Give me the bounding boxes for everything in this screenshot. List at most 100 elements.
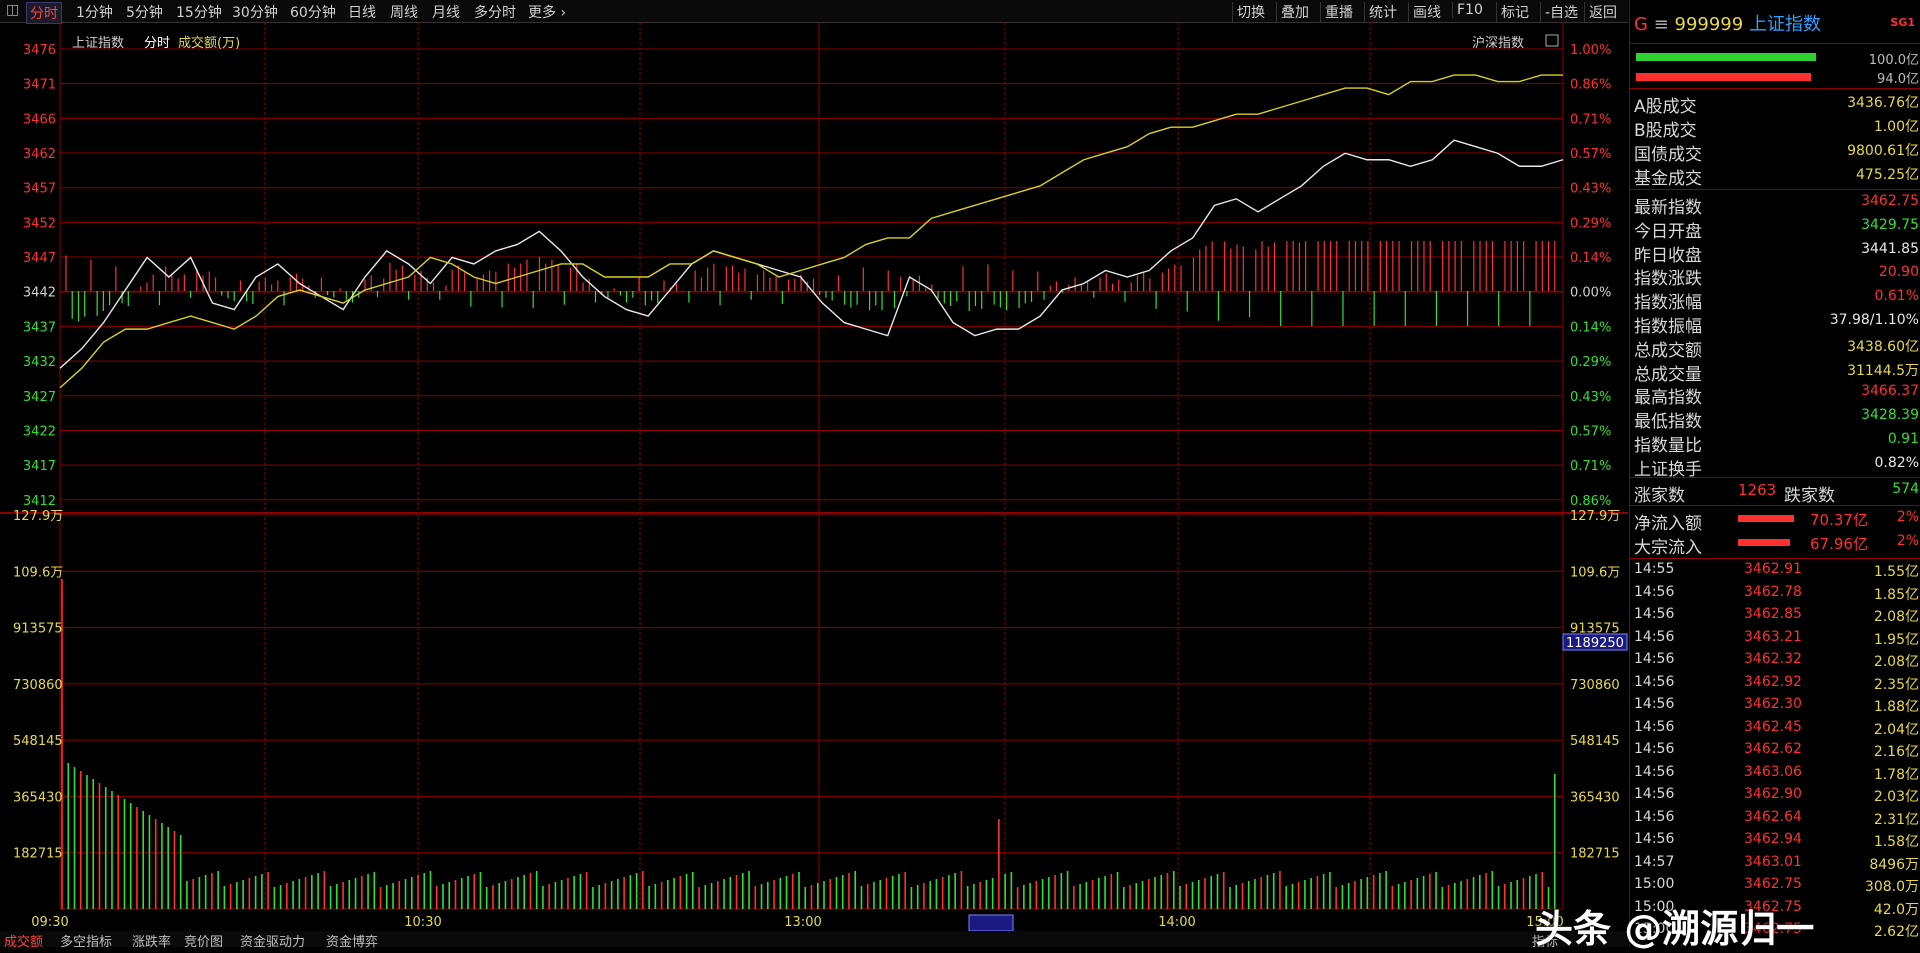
price-tick-label: 3427 [23, 390, 56, 405]
panel-badge: SG1 [1890, 16, 1915, 29]
stat-row: 指数振幅 37.98/1.10% [1634, 312, 1919, 337]
tick-row: 14:56 3462.90 2.03亿 [1634, 786, 1919, 808]
tab-up-down-rate[interactable]: 涨跌率 [132, 931, 171, 950]
block-flow-bar [1738, 539, 1790, 546]
f10-button[interactable]: F10 [1452, 2, 1487, 18]
tick-amount: 1.88亿 [1873, 699, 1919, 715]
stat-label: 最新指数 [1634, 198, 1702, 218]
stat-value: 3429.75 [1861, 216, 1919, 233]
collapse-icon[interactable] [1545, 34, 1559, 47]
tab-15min[interactable]: 15分钟 [176, 2, 222, 22]
chevron-right-icon: › [556, 5, 567, 21]
time-tick-label: 14:00 [1158, 915, 1195, 930]
stat-value: 3428.39 [1861, 407, 1919, 424]
tick-amount: 1.78亿 [1873, 766, 1919, 783]
tick-price: 3463.01 [1744, 853, 1802, 870]
stat-label: 指数涨幅 [1634, 293, 1702, 314]
tick-price: 3462.92 [1744, 673, 1802, 690]
tab-daily[interactable]: 日线 [348, 2, 376, 22]
price-tick-label: 3447 [23, 251, 56, 266]
tab-5min[interactable]: 5分钟 [126, 2, 163, 22]
draw-button[interactable]: 画线 [1408, 2, 1445, 22]
tab-60min[interactable]: 60分钟 [290, 2, 336, 22]
stat-value: 0.91 [1887, 431, 1919, 447]
stat-value: 3466.37 [1861, 383, 1919, 400]
up-count-label: 涨家数 [1634, 486, 1685, 506]
block-flow-label: 大宗流入 [1634, 538, 1702, 558]
turnover-label: 国债成交 [1634, 145, 1702, 165]
tab-auction[interactable]: 竞价图 [184, 931, 223, 950]
tick-amount: 1.95亿 [1873, 631, 1919, 648]
tick-amount: 1.55亿 [1873, 564, 1919, 580]
stat-row: 总成交额 3438.60亿 [1634, 336, 1919, 361]
tab-fund-game[interactable]: 资金博弈 [326, 931, 378, 950]
compare-index-label[interactable]: 沪深指数 [1472, 35, 1524, 51]
tab-turnover[interactable]: 成交额 [4, 931, 43, 950]
replay-button[interactable]: 重播 [1320, 2, 1357, 22]
pct-tick-label: 0.00% [1570, 286, 1611, 301]
tab-weekly[interactable]: 周线 [390, 2, 418, 22]
average-price-line [59, 74, 1563, 389]
price-tick-label: 3466 [23, 112, 56, 127]
overlay-button[interactable]: 叠加 [1276, 2, 1313, 22]
tick-row: 14:56 3463.06 1.78亿 [1634, 764, 1919, 786]
price-tick-label: 3462 [23, 147, 56, 162]
tick-row: 14:56 3462.45 2.04亿 [1634, 719, 1919, 741]
intraday-chart[interactable]: 3476 1.00% 3471 0.86% 3466 0.71% 3462 0.57% 3457… [0, 22, 1628, 931]
tick-price: 3462.78 [1744, 583, 1802, 600]
tick-time: 14:56 [1634, 651, 1675, 667]
tab-long-short[interactable]: 多空指标 [60, 931, 112, 950]
tick-amount: 42.0万 [1873, 901, 1919, 918]
quote-panel: G ≡ 999999 上证指数 SG1 100.0亿 94.0亿 A股成交 343… [1629, 0, 1920, 947]
tick-time: 14:56 [1634, 741, 1675, 757]
volume-tick-label: 730860 [13, 678, 63, 693]
breadth-bars [65, 241, 1556, 327]
tick-amount: 2.03亿 [1873, 789, 1919, 805]
turnover-row: 国债成交 9800.61亿 [1634, 140, 1919, 165]
tab-fund-drive[interactable]: 资金驱动力 [240, 931, 305, 950]
watchlist-button[interactable]: -自选 [1540, 2, 1582, 22]
tick-amount: 1.85亿 [1873, 586, 1919, 603]
price-tick-label: 3432 [23, 355, 56, 370]
tick-time: 14:57 [1634, 853, 1675, 870]
stat-label: 指数振幅 [1634, 317, 1702, 337]
switch-button[interactable]: 切换 [1232, 2, 1269, 22]
stat-value: 3462.75 [1861, 193, 1919, 209]
tick-time: 14:56 [1634, 763, 1675, 780]
tick-price: 3462.75 [1744, 876, 1802, 892]
stats-button[interactable]: 统计 [1364, 2, 1401, 22]
turnover-bar-green [1636, 53, 1816, 61]
tick-amount: 2.62亿 [1873, 924, 1919, 940]
down-count-label: 跌家数 [1784, 486, 1835, 506]
panel-toggle-icon[interactable]: ◫ [6, 2, 19, 18]
tick-row: 14:56 3463.21 1.95亿 [1634, 629, 1919, 651]
tab-multi-intraday[interactable]: 多分时 [474, 2, 516, 22]
tick-amount: 1.58亿 [1873, 834, 1919, 850]
netflow-pct: 2% [1896, 509, 1919, 525]
volume-bars [61, 579, 1556, 909]
tab-30min[interactable]: 30分钟 [232, 2, 278, 22]
tick-time: 14:56 [1634, 831, 1675, 847]
tick-price: 3462.45 [1744, 718, 1802, 735]
tick-time: 15:00 [1634, 876, 1675, 892]
block-flow-row: 大宗流入 67.96亿 2% [1634, 533, 1919, 558]
tick-price: 3462.91 [1744, 561, 1802, 577]
menu-icon[interactable]: ≡ [1654, 14, 1675, 35]
volume-tick-label: 548145 [13, 734, 63, 749]
pct-tick-label: 0.14% [1570, 320, 1611, 335]
back-button[interactable]: 返回 [1584, 2, 1621, 22]
watermark: 头条 @溯源归一 [1535, 907, 1815, 951]
tick-time: 14:55 [1634, 561, 1675, 577]
tab-intraday[interactable]: 分时 [26, 2, 62, 24]
breadth-row: 涨家数 1263 跌家数 574 [1634, 481, 1919, 506]
tick-price: 3462.62 [1744, 741, 1802, 757]
stat-label: 今日开盘 [1634, 221, 1702, 242]
tab-monthly[interactable]: 月线 [432, 2, 460, 22]
code-prefix: G [1634, 14, 1648, 35]
pct-tick-label: 0.57% [1570, 424, 1611, 439]
mark-button[interactable]: 标记 [1496, 2, 1533, 22]
tab-more[interactable]: 更多 › [528, 2, 566, 22]
pct-tick-label: 0.71% [1570, 112, 1611, 127]
stat-value: 3441.85 [1861, 240, 1919, 257]
tab-1min[interactable]: 1分钟 [76, 2, 113, 22]
